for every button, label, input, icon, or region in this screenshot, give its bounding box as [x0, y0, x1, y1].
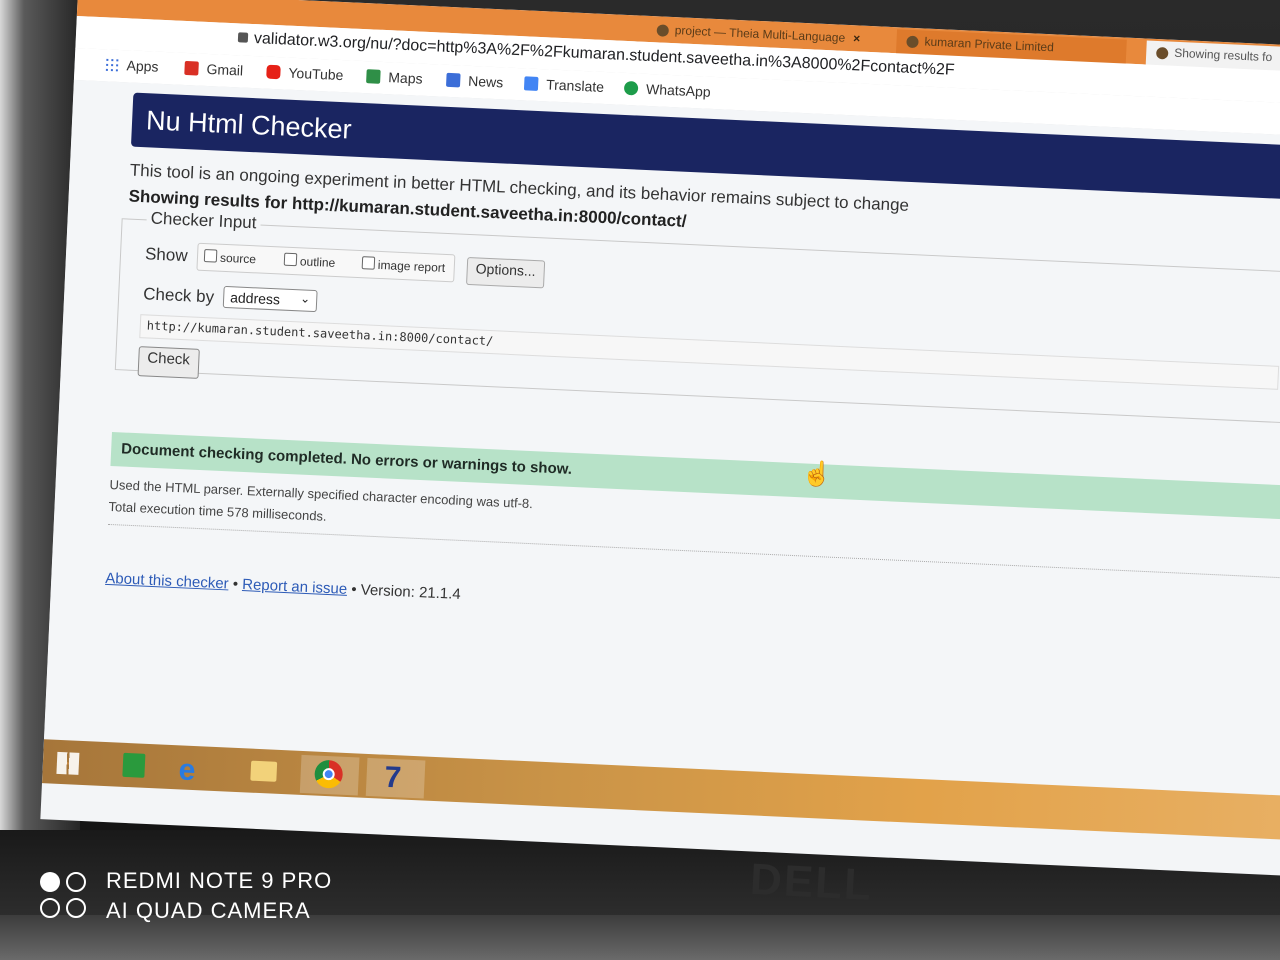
tab-favicon-icon	[906, 35, 919, 49]
success-message: Document checking completed. No errors o…	[120, 440, 573, 478]
check-button[interactable]: Check	[137, 346, 200, 379]
tab-favicon-icon	[656, 24, 670, 37]
start-button[interactable]	[44, 743, 104, 784]
news-icon	[445, 72, 461, 88]
internet-explorer-icon: e	[177, 753, 197, 788]
check-by-label: Check by	[142, 284, 215, 307]
source-checkbox[interactable]: source	[203, 248, 257, 266]
chrome-icon	[314, 759, 344, 789]
chevron-down-icon: ⌄	[299, 291, 311, 306]
options-button[interactable]: Options...	[466, 256, 546, 289]
page-footer: About this checker • Report an issue • V…	[105, 570, 461, 603]
checker-page: Nu Html Checker This tool is an ongoing …	[43, 79, 1280, 797]
tab-close-icon[interactable]: ×	[853, 31, 861, 45]
taskbar-chrome[interactable]	[299, 754, 360, 796]
store-icon	[122, 752, 146, 778]
app-7-icon: 7	[383, 760, 403, 795]
bookmark-youtube[interactable]: YouTube	[266, 64, 344, 83]
watermark-line-1: REDMI NOTE 9 PRO	[106, 868, 333, 893]
bookmark-news[interactable]: News	[445, 72, 504, 90]
checkbox-icon	[361, 256, 376, 270]
gmail-icon	[184, 60, 199, 76]
windows-logo-icon	[56, 751, 80, 775]
watermark-line-2: AI QUAD CAMERA	[106, 898, 311, 923]
report-issue-link[interactable]: Report an issue	[242, 576, 348, 598]
checkbox-icon	[203, 248, 218, 263]
bookmark-apps[interactable]: Apps	[104, 56, 159, 75]
about-checker-link[interactable]: About this checker	[105, 570, 229, 593]
image-report-checkbox[interactable]: image report	[361, 256, 446, 275]
taskbar-app7[interactable]: 7	[365, 757, 426, 799]
hand-cursor-icon: ☝	[801, 460, 833, 489]
section-divider	[107, 523, 1280, 580]
bookmark-whatsapp[interactable]: WhatsApp	[623, 80, 711, 100]
bookmark-translate[interactable]: Translate	[523, 75, 604, 95]
taskbar-explorer[interactable]	[234, 752, 294, 793]
bookmark-maps[interactable]: Maps	[366, 68, 423, 87]
camera-dots-icon	[40, 870, 92, 920]
show-label: Show	[144, 244, 189, 266]
footer-separator: •	[232, 575, 239, 593]
tab-favicon-icon	[1155, 46, 1169, 60]
checker-input-legend: Checker Input	[146, 208, 261, 234]
youtube-icon	[266, 64, 281, 80]
checkbox-icon	[283, 252, 298, 267]
check-by-select[interactable]: address ⌄	[222, 285, 318, 313]
taskbar-ie[interactable]: e	[164, 749, 224, 790]
file-explorer-icon	[250, 760, 278, 782]
dell-logo: DELL	[748, 854, 875, 911]
bookmark-gmail[interactable]: Gmail	[184, 60, 243, 79]
apps-grid-icon	[104, 57, 119, 72]
document-url-input[interactable]: http://kumaran.student.saveetha.in:8000/…	[139, 314, 1280, 390]
checker-input-fieldset: Checker Input Show source outline image …	[114, 208, 1280, 424]
laptop-screen: project — Theia Multi-Language × kumaran …	[40, 0, 1280, 877]
lock-icon	[237, 32, 249, 43]
show-options-group: source outline image report	[196, 242, 456, 283]
whatsapp-icon	[623, 80, 639, 96]
translate-icon	[523, 76, 539, 91]
maps-icon	[366, 69, 381, 84]
taskbar-store[interactable]	[104, 746, 164, 787]
version-text: • Version: 21.1.4	[350, 581, 462, 603]
outline-checkbox[interactable]: outline	[283, 252, 336, 270]
page-title: Nu Html Checker	[145, 105, 353, 145]
